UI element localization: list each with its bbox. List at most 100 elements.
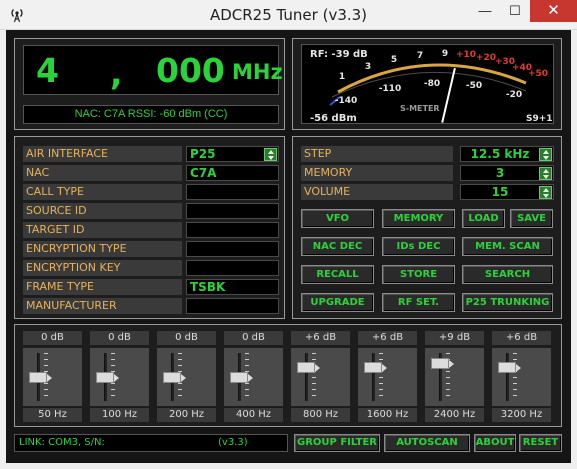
eq-band-2400hz: +9 dB 2400 Hz [425, 331, 484, 423]
step-label: STEP [301, 146, 453, 162]
equalizer-panel: 0 dB 50 Hz 0 dB 100 Hz 0 dB 200 Hz 0 dB … [14, 324, 562, 427]
eq-slider-knob[interactable] [163, 371, 186, 383]
info-value [186, 298, 279, 314]
eq-slider-knob[interactable] [230, 371, 253, 383]
eq-frequency: 3200 Hz [492, 408, 551, 422]
info-value: P25 [190, 147, 216, 161]
eq-slider[interactable] [23, 348, 82, 406]
eq-gain: +6 dB [358, 331, 417, 345]
eq-slider[interactable] [291, 348, 350, 406]
eq-band-400hz: 0 dB 400 Hz [224, 331, 283, 423]
maximize-button[interactable]: ☐ [500, 0, 530, 22]
eq-slider-knob[interactable] [431, 357, 454, 369]
eq-gain: 0 dB [90, 331, 149, 345]
eq-slider[interactable] [224, 348, 283, 406]
frequency-whole: 4 [36, 51, 59, 90]
eq-frequency: 50 Hz [23, 408, 82, 422]
eq-gain: 0 dB [224, 331, 283, 345]
eq-gain: +6 dB [492, 331, 551, 345]
ids-dec-button[interactable]: IDs DEC [382, 237, 455, 256]
autoscan-button[interactable]: AUTOSCAN [384, 434, 470, 452]
eq-gain: 0 dB [23, 331, 82, 345]
eq-slider[interactable] [358, 348, 417, 406]
reset-button[interactable]: RESET [519, 434, 562, 452]
store-button[interactable]: STORE [382, 265, 455, 284]
info-label: ENCRYPTION TYPE [23, 241, 182, 257]
load-button[interactable]: LOAD [462, 209, 505, 228]
smeter-gauge: RF: -39 dB -56 dBm S9+10 S-METER 1 3 5 7 9 +1… [310, 49, 554, 124]
firmware-version: (v3.3) [218, 437, 248, 448]
smeter-scale-label: +50 [528, 69, 548, 79]
eq-frequency: 100 Hz [90, 408, 149, 422]
frequency-separator: , [110, 54, 123, 93]
eq-slider-knob[interactable] [297, 362, 320, 374]
group-filter-button[interactable]: GROUP FILTER [294, 434, 380, 452]
volume-select[interactable]: 15 [460, 184, 554, 200]
control-panel: STEP 12.5 kHz MEMORY 3 VOLUME 15 VFO MEM… [292, 136, 562, 319]
mem-scan-button[interactable]: MEM. SCAN [462, 237, 553, 256]
eq-slider-knob[interactable] [29, 371, 52, 383]
recall-button[interactable]: RECALL [301, 265, 374, 284]
info-value [186, 203, 279, 219]
air-interface-select[interactable]: P25 [186, 146, 279, 162]
info-value: TSBK [186, 279, 279, 295]
memory-select[interactable]: 3 [460, 165, 554, 181]
spinner-icon[interactable] [539, 186, 552, 199]
memory-value: 3 [495, 166, 505, 180]
info-label: MANUFACTURER [23, 298, 182, 314]
smeter-needle [441, 67, 456, 123]
eq-frequency: 400 Hz [224, 408, 283, 422]
smeter-scale-label: 5 [391, 55, 397, 65]
smeter-dbm-label: -110 [379, 84, 402, 94]
smeter-scale-label: +20 [476, 53, 496, 63]
nac-dec-button[interactable]: NAC DEC [301, 237, 374, 256]
memory-button[interactable]: MEMORY [382, 209, 455, 228]
eq-slider-knob[interactable] [498, 362, 521, 374]
p25-trunking-button[interactable]: P25 TRUNKING [462, 293, 553, 312]
spinner-icon[interactable] [264, 148, 277, 161]
info-label: AIR INTERFACE [23, 146, 182, 162]
minimize-button[interactable]: — [470, 0, 500, 22]
info-value [186, 222, 279, 238]
spinner-icon[interactable] [539, 148, 552, 161]
eq-slider[interactable] [90, 348, 149, 406]
info-label: SOURCE ID [23, 203, 182, 219]
info-label: ENCRYPTION KEY [23, 260, 182, 276]
eq-gain: 0 dB [157, 331, 216, 345]
eq-slider-knob[interactable] [96, 371, 119, 383]
step-select[interactable]: 12.5 kHz [460, 146, 554, 162]
search-button[interactable]: SEARCH [462, 265, 553, 284]
smeter-scale-label: 9 [442, 49, 448, 59]
rf-level: RF: -39 dB [310, 49, 368, 60]
info-label: CALL TYPE [23, 184, 182, 200]
frequency-display[interactable]: 4 , 000 MHz [23, 45, 283, 95]
save-button[interactable]: SAVE [510, 209, 553, 228]
upgrade-button[interactable]: UPGRADE [301, 293, 374, 312]
eq-band-3200hz: +6 dB 3200 Hz [492, 331, 551, 423]
eq-frequency: 800 Hz [291, 408, 350, 422]
eq-slider[interactable] [492, 348, 551, 406]
smeter-scale-label: +10 [456, 50, 476, 60]
rf-settings-button[interactable]: RF SET. [382, 293, 455, 312]
spinner-icon[interactable] [539, 167, 552, 180]
smeter-label: S-METER [400, 104, 440, 113]
smeter-dbm-label: -20 [506, 90, 522, 100]
eq-frequency: 2400 Hz [425, 408, 484, 422]
about-button[interactable]: ABOUT [474, 434, 516, 452]
smeter-dbm-label: -80 [424, 79, 440, 89]
eq-slider-knob[interactable] [364, 362, 387, 374]
eq-band-200hz: 0 dB 200 Hz [157, 331, 216, 423]
info-label: TARGET ID [23, 222, 182, 238]
volume-label: VOLUME [301, 184, 453, 200]
dbm-level: -56 dBm [310, 113, 357, 124]
smeter-face: RF: -39 dB -56 dBm S9+10 S-METER 1 3 5 7 9 +1… [301, 44, 554, 124]
frequency-unit: MHz [232, 60, 283, 84]
eq-slider[interactable] [157, 348, 216, 406]
vfo-button[interactable]: VFO [301, 209, 374, 228]
memory-label: MEMORY [301, 165, 453, 181]
info-label: NAC [23, 165, 182, 181]
eq-slider[interactable] [425, 348, 484, 406]
s-unit-level: S9+10 [526, 114, 554, 124]
close-button[interactable]: ✕ [530, 0, 577, 22]
info-value [186, 260, 279, 276]
